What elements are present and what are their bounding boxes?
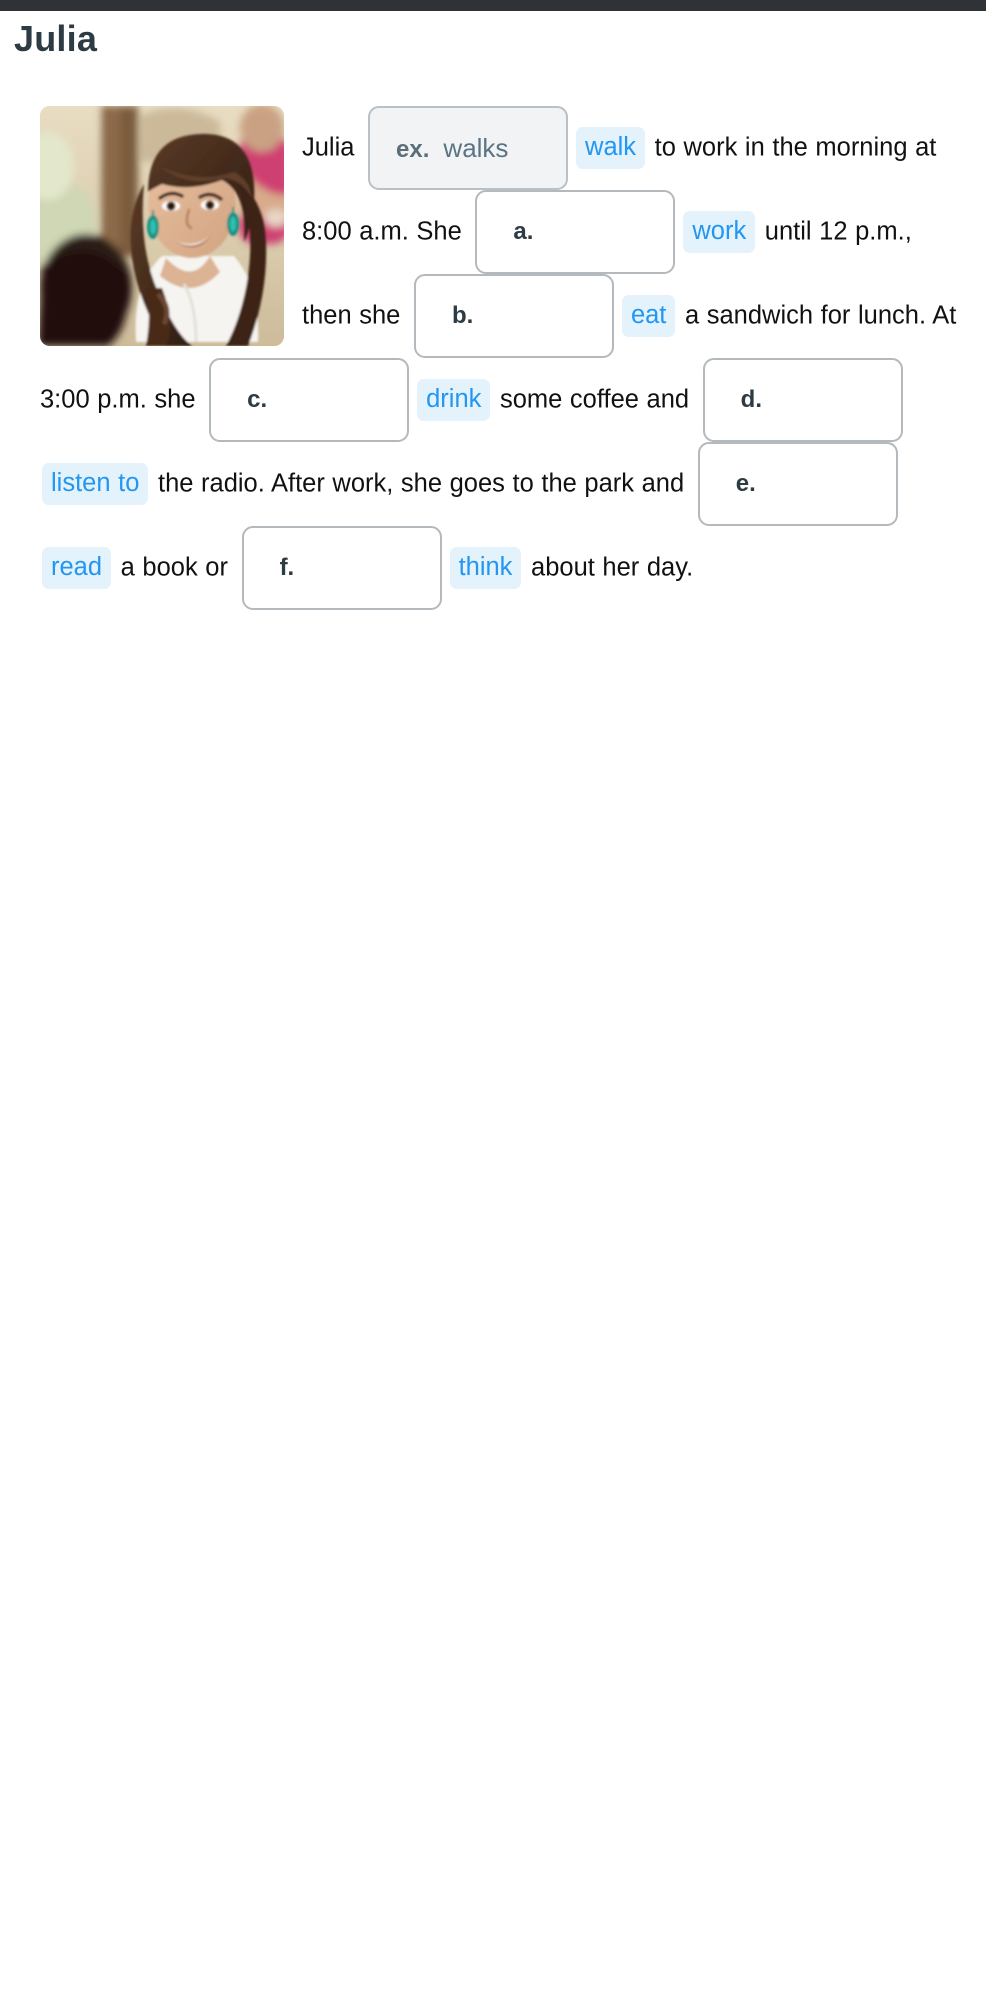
portrait-figure bbox=[40, 106, 284, 347]
answer-box-e[interactable]: e. bbox=[697, 442, 898, 527]
example-label: ex. bbox=[396, 136, 430, 164]
answer-box-a[interactable]: a. bbox=[475, 190, 676, 275]
julia-photo bbox=[40, 106, 284, 347]
verb-cue-think: think bbox=[449, 547, 522, 590]
answer-box-c[interactable]: c. bbox=[209, 358, 410, 443]
example-answer-box: ex. walks bbox=[368, 106, 569, 191]
verb-cue-drink: drink bbox=[417, 379, 491, 422]
answer-box-f[interactable]: f. bbox=[241, 526, 442, 611]
prose-text-run: a book or bbox=[120, 553, 228, 582]
prose-text-run: the radio. After work, she goes to the p… bbox=[157, 469, 685, 498]
page-title: Julia bbox=[14, 18, 98, 59]
answer-box-b[interactable]: b. bbox=[413, 274, 614, 359]
julia-photo-illustration bbox=[40, 106, 284, 347]
answer-box-d[interactable]: d. bbox=[702, 358, 903, 443]
verb-cue-read: read bbox=[42, 547, 112, 590]
top-app-bar bbox=[0, 0, 986, 11]
fill-in-the-blank-exercise: Julia ex. walks walk to work in the mornin… bbox=[0, 106, 986, 611]
prose-text-run: some coffee and bbox=[499, 385, 690, 414]
verb-cue-walk: walk bbox=[576, 127, 646, 170]
prose-text-run: Julia bbox=[302, 133, 355, 162]
exercise-content: Julia ex. walks walk to work in the mornin… bbox=[0, 60, 986, 611]
verb-cue-listen-to: listen to bbox=[42, 463, 149, 506]
example-answer: walks bbox=[443, 133, 509, 164]
prose-text-run: about her day. bbox=[531, 553, 694, 582]
verb-cue-work: work bbox=[683, 211, 756, 254]
verb-cue-eat: eat bbox=[621, 295, 676, 338]
